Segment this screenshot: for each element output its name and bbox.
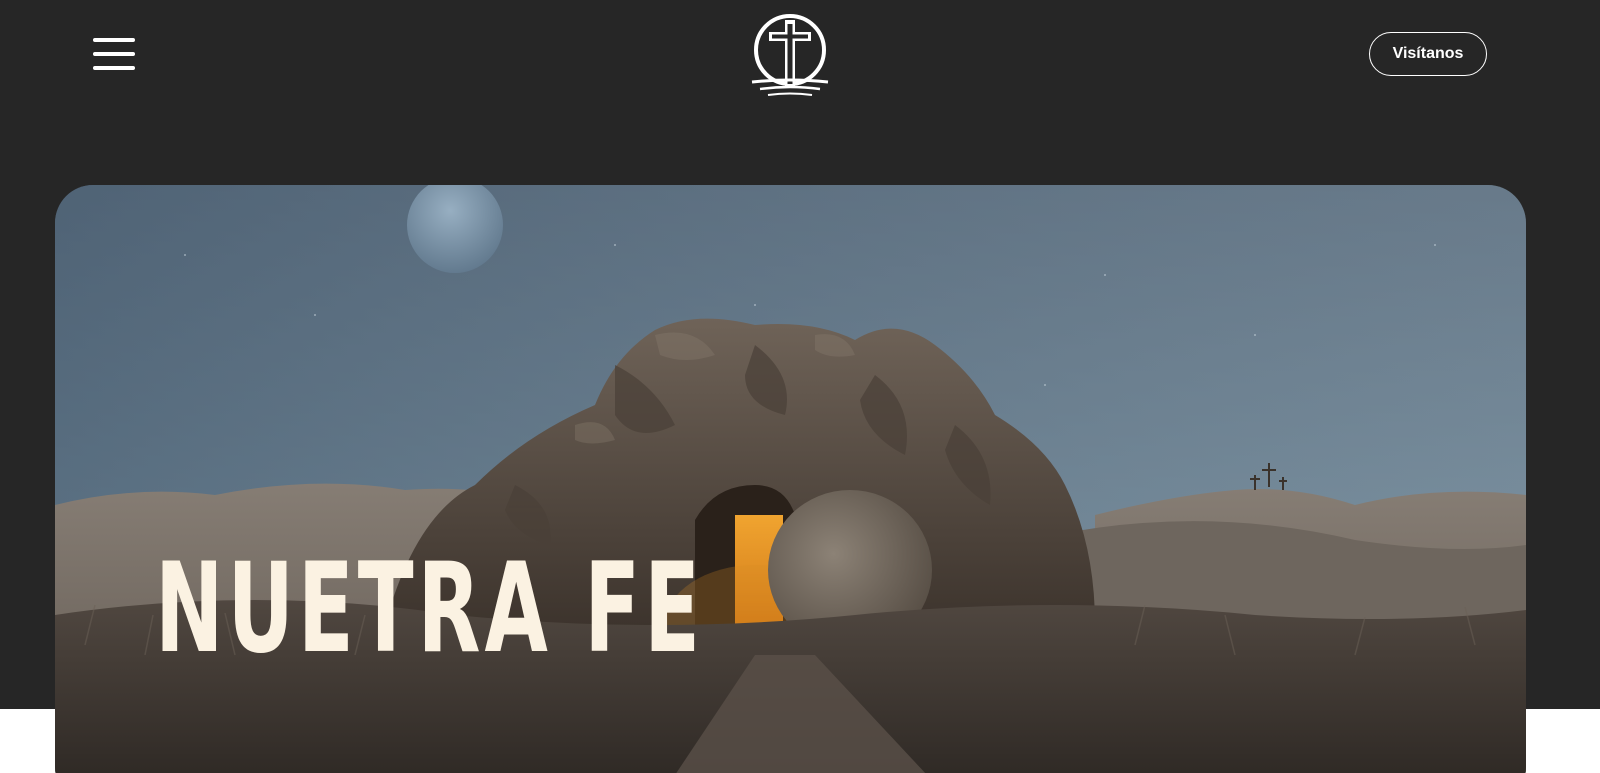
- hero-banner: NUETRA FE: [55, 185, 1526, 773]
- hero-background-image: [55, 185, 1526, 773]
- cross-circle-logo-icon[interactable]: [744, 10, 836, 100]
- site-header: Visítanos: [0, 0, 1600, 110]
- visit-button[interactable]: Visítanos: [1369, 32, 1487, 76]
- hero-title: NUETRA FE: [155, 537, 704, 681]
- hamburger-menu-icon[interactable]: [88, 34, 138, 74]
